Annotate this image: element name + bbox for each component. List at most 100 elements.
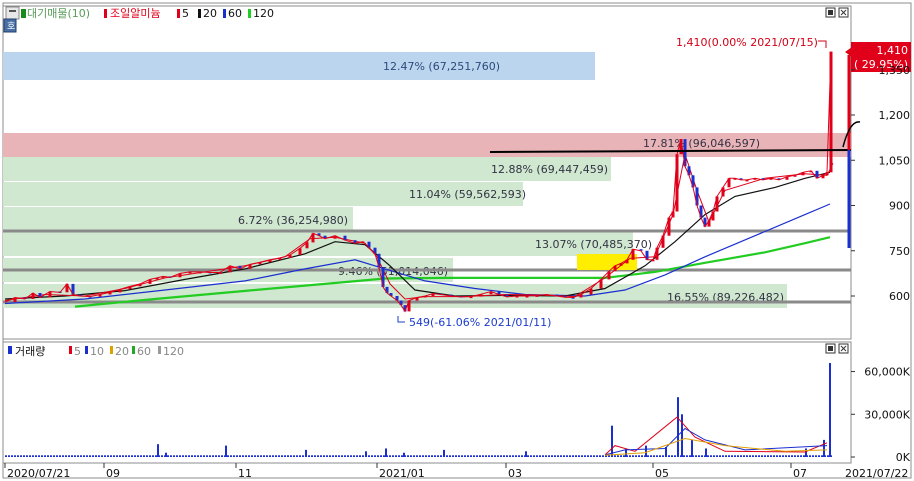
volume-bar <box>707 455 709 457</box>
volume-bar <box>671 455 673 457</box>
volume-bar <box>617 455 619 457</box>
legend-volume-ma-period: 10 <box>90 345 104 358</box>
volume-bar <box>403 452 405 457</box>
volume-bar <box>829 363 831 457</box>
volume-bar <box>11 455 13 457</box>
volume-bar <box>287 455 289 457</box>
volume-bar <box>152 455 154 457</box>
volume-bar <box>764 455 766 457</box>
volume-bar <box>338 455 340 457</box>
volume-bar <box>200 455 202 457</box>
volume-bar <box>461 455 463 457</box>
volume-bar <box>110 455 112 457</box>
volume-bar <box>347 455 349 457</box>
volume-bar <box>95 455 97 457</box>
volume-bar <box>368 455 370 457</box>
volume-bar <box>278 455 280 457</box>
volume-bar <box>827 455 829 457</box>
volume-bar <box>35 455 37 457</box>
volume-bar <box>683 455 685 457</box>
volume-bar <box>530 455 532 457</box>
volume-bar <box>233 455 235 457</box>
volume-bar <box>161 455 163 457</box>
volume-bar <box>116 455 118 457</box>
volume-bar <box>371 455 373 457</box>
volume-bar <box>437 455 439 457</box>
volume-bar <box>823 439 825 457</box>
volume-bar <box>392 455 394 457</box>
volume-profile-label: 17.81% (96,046,597) <box>643 137 760 150</box>
volume-bar <box>716 455 718 457</box>
volume-bar <box>26 455 28 457</box>
volume-bar <box>785 455 787 457</box>
volume-bar <box>749 455 751 457</box>
volume-bar <box>647 455 649 457</box>
volume-bar <box>434 455 436 457</box>
volume-bar <box>32 455 34 457</box>
volume-bar <box>254 455 256 457</box>
stock-chart-window: 12.47% (67,251,760) 17.81% (96,046,597) 12… <box>0 0 914 481</box>
x-tick-label: 2020/07/21 <box>7 467 70 480</box>
volume-bar <box>251 455 253 457</box>
volume-bar <box>731 455 733 457</box>
volume-bar <box>410 455 412 457</box>
volume-bar <box>743 455 745 457</box>
volume-bar <box>107 455 109 457</box>
volume-bar <box>122 455 124 457</box>
volume-bar <box>497 455 499 457</box>
volume-bar <box>260 455 262 457</box>
volume-bar <box>68 455 70 457</box>
volume-bar <box>395 455 397 457</box>
volume-bar <box>701 455 703 457</box>
low-annotation: 549(-61.06% 2021/01/11) <box>409 316 551 329</box>
volume-bar <box>350 455 352 457</box>
volume-bar <box>188 455 190 457</box>
volume-bar <box>452 455 454 457</box>
volume-bar <box>734 455 736 457</box>
volume-bar <box>545 455 547 457</box>
volume-bar <box>797 455 799 457</box>
legend-volume-ma-period: 20 <box>115 345 129 358</box>
volume-bar <box>542 455 544 457</box>
volume-bar <box>500 455 502 457</box>
volume-bar <box>473 455 475 457</box>
volume-bar <box>155 455 157 457</box>
volume-bar <box>179 455 181 457</box>
x-axis-end-date: 2021/07/22 <box>845 467 908 480</box>
legend-volume-ma-period: 120 <box>163 345 184 358</box>
volume-bar <box>227 455 229 457</box>
volume-bar <box>674 455 676 457</box>
volume-bar <box>446 455 448 457</box>
current-price: 1,410 <box>877 44 909 57</box>
volume-bar <box>779 455 781 457</box>
legend-icon[interactable] <box>5 6 20 20</box>
legend-volume-profile: 대기매물(10) <box>27 7 90 20</box>
x-tick-label: 05 <box>655 467 669 480</box>
volume-bar <box>611 425 613 457</box>
legend-ma-title: 조일알미늄 <box>110 6 161 20</box>
volume-bar <box>71 455 73 457</box>
volume-bar <box>521 455 523 457</box>
volume-bar <box>551 455 553 457</box>
volume-bar <box>128 455 130 457</box>
volume-bar <box>134 455 136 457</box>
volume-bar <box>53 455 55 457</box>
volume-bar <box>293 455 295 457</box>
volume-bar <box>776 455 778 457</box>
volume-bar <box>98 455 100 457</box>
volume-y-tick-label: 60,000K <box>864 366 910 379</box>
volume-bar <box>104 455 106 457</box>
volume-bar <box>428 455 430 457</box>
volume-bar <box>653 455 655 457</box>
volume-bar <box>86 455 88 457</box>
y-tick-label: 1,350 <box>879 64 911 77</box>
volume-bar <box>737 455 739 457</box>
volume-bar <box>713 455 715 457</box>
volume-bar <box>698 455 700 457</box>
x-tick-label: 2021/01 <box>379 467 425 480</box>
volume-bar <box>225 445 227 457</box>
volume-bar <box>590 455 592 457</box>
volume-bar <box>383 455 385 457</box>
volume-bar <box>236 455 238 457</box>
legend-ma-period: 120 <box>253 7 274 20</box>
